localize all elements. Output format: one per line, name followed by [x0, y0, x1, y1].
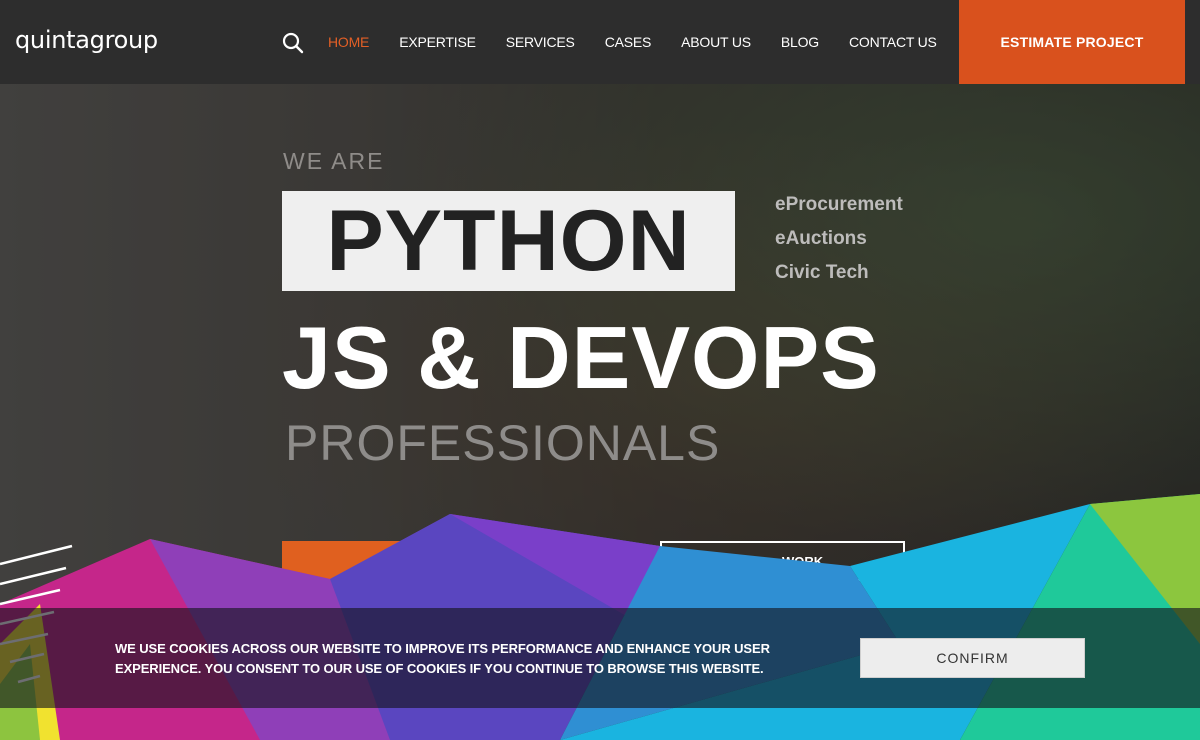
- nav-about-us[interactable]: ABOUT US: [681, 34, 751, 50]
- nav-services[interactable]: SERVICES: [506, 34, 575, 50]
- cookie-message: WE USE COOKIES ACROSS OUR WEBSITE TO IMP…: [115, 641, 770, 676]
- nav-expertise[interactable]: EXPERTISE: [399, 34, 476, 50]
- nav-home[interactable]: HOME: [328, 34, 369, 50]
- main-nav: HOME EXPERTISE SERVICES CASES ABOUT US B…: [328, 34, 967, 50]
- estimate-project-button[interactable]: ESTIMATE PROJECT: [959, 0, 1185, 84]
- site-header: quintagroup HOME EXPERTISE SERVICES CASE…: [0, 0, 1200, 84]
- cookie-consent-bar: WE USE COOKIES ACROSS OUR WEBSITE TO IMP…: [0, 608, 1200, 708]
- nav-blog[interactable]: BLOG: [781, 34, 819, 50]
- search-icon[interactable]: [282, 32, 304, 54]
- confirm-cookies-button[interactable]: CONFIRM: [860, 638, 1085, 678]
- nav-contact-us[interactable]: CONTACT US: [849, 34, 937, 50]
- logo[interactable]: quintagroup: [15, 26, 158, 54]
- nav-cases[interactable]: CASES: [605, 34, 652, 50]
- decorative-line: [0, 544, 73, 566]
